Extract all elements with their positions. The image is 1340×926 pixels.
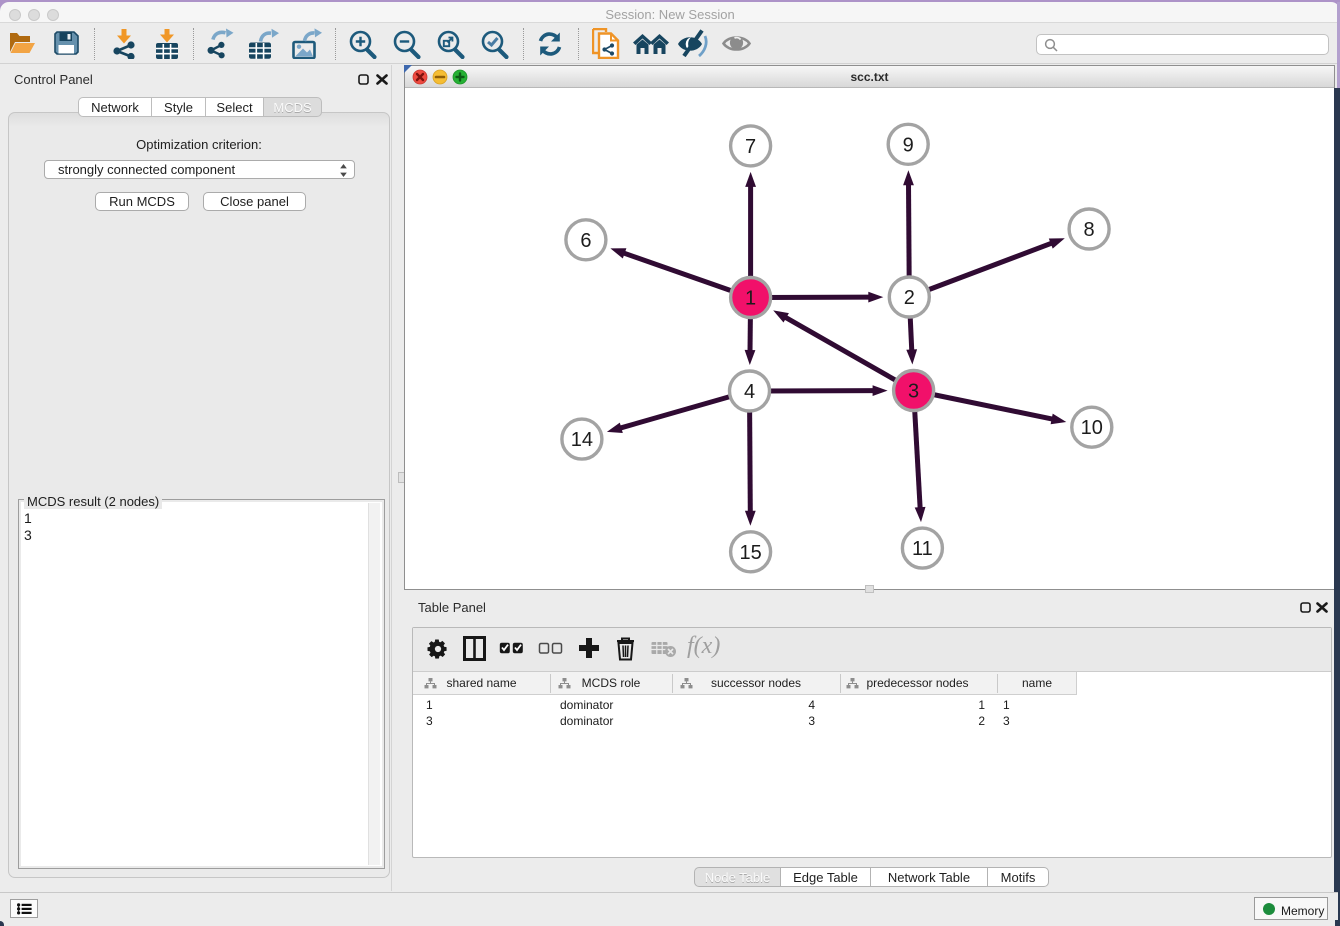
svg-text:4: 4 <box>744 381 755 403</box>
svg-text:11: 11 <box>912 538 933 560</box>
svg-text:8: 8 <box>1084 219 1095 241</box>
svg-text:6: 6 <box>580 230 591 252</box>
svg-text:7: 7 <box>745 136 756 158</box>
svg-text:2: 2 <box>904 287 915 309</box>
svg-text:1: 1 <box>745 288 756 310</box>
svg-text:9: 9 <box>903 134 914 156</box>
svg-text:10: 10 <box>1081 417 1103 439</box>
svg-text:14: 14 <box>571 429 593 451</box>
svg-text:3: 3 <box>908 381 919 403</box>
svg-text:15: 15 <box>739 542 761 564</box>
